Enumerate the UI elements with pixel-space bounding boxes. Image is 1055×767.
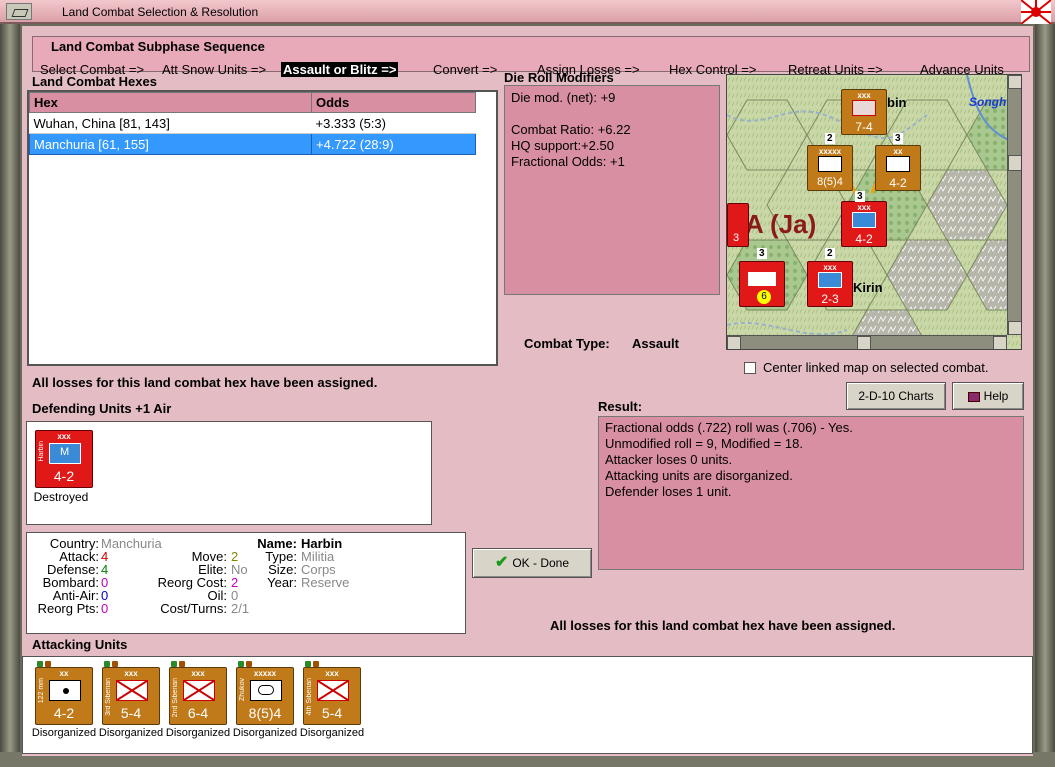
step-convert: Convert =>	[433, 62, 498, 77]
step-att-snow-units: Att Snow Units =>	[162, 62, 267, 77]
map-unit-counter[interactable]: xxxxx 8(5)4	[807, 145, 853, 191]
result-line: Unmodified roll = 9, Modified = 18.	[605, 436, 803, 451]
odds-column-header[interactable]: Odds	[311, 92, 476, 113]
center-map-label: Center linked map on selected combat.	[763, 360, 989, 375]
unit-status: Disorganized	[31, 727, 97, 739]
cost-turns-value: 2/1	[231, 601, 250, 616]
charts-button[interactable]: 2-D-10 Charts	[846, 382, 946, 410]
mini-map[interactable]: bin Songh Kirin A (Ja) xxx 7-4 xxxxx 8(5…	[726, 74, 1022, 350]
scroll-down-arrow-icon[interactable]	[1008, 321, 1021, 335]
scroll-right-arrow-icon[interactable]	[993, 336, 1007, 349]
rising-sun-flag-icon	[1021, 0, 1051, 24]
window-title: Land Combat Selection & Resolution	[62, 5, 259, 19]
modifiers-panel: Die mod. (net): +9 Combat Ratio: +6.22 H…	[504, 85, 720, 295]
modifier-line: Combat Ratio: +6.22	[511, 122, 631, 137]
map-city-label: bin	[887, 95, 907, 110]
defending-unit-counter[interactable]: xxx Harbin M 4-2	[35, 430, 93, 488]
hexes-title: Land Combat Hexes	[32, 74, 157, 89]
result-title: Result:	[598, 399, 643, 414]
losses-message: All losses for this land combat hex have…	[32, 375, 378, 390]
subphase-sequence: Land Combat Subphase Sequence Select Com…	[32, 36, 1030, 77]
map-unit-counter[interactable]: 3	[727, 203, 749, 247]
cost-turns-label: Cost/Turns:	[160, 601, 227, 616]
unit-status: Destroyed	[33, 490, 89, 504]
result-line: Fractional odds (.722) roll was (.706) -…	[605, 420, 853, 435]
map-unit-counter[interactable]: 6	[739, 261, 785, 307]
map-unit-counter[interactable]: xxx 2-3	[807, 261, 853, 307]
map-horizontal-scrollbar[interactable]	[727, 335, 1007, 349]
checkmark-icon: ✔	[494, 554, 509, 571]
map-vertical-scrollbar[interactable]	[1007, 75, 1021, 335]
modifier-line: Fractional Odds: +1	[511, 154, 625, 169]
reorg-pts-label: Reorg Pts:	[37, 601, 99, 616]
unit-stats-panel: Country: Manchuria Attack: 4 Defense: 4 …	[26, 532, 466, 634]
unit-status: Disorganized	[232, 727, 298, 739]
attacking-unit-counter[interactable]: xxxxx Zhukov 8(5)4	[236, 667, 294, 725]
stack-count: 2	[825, 133, 835, 144]
attacking-unit-counter[interactable]: xxx 4th Siberian 5-4	[303, 667, 361, 725]
unit-status: Disorganized	[299, 727, 365, 739]
map-region-label: A (Ja)	[745, 209, 817, 239]
hexes-list: Hex Odds Wuhan, China [81, 143] +3.333 (…	[27, 90, 498, 366]
result-line: Attacking units are disorganized.	[605, 468, 793, 483]
reorg-pts-value: 0	[101, 601, 109, 616]
system-menu-button[interactable]	[6, 3, 32, 20]
losses-message-2: All losses for this land combat hex have…	[550, 618, 896, 633]
hex-row-selected[interactable]: Manchuria [61, 155] +4.722 (28:9)	[29, 133, 476, 155]
attacking-unit-counter[interactable]: xxx 3rd Siberian 5-4	[102, 667, 160, 725]
map-unit-counter[interactable]: xxx 4-2	[841, 201, 887, 247]
step-assault-or-blitz: Assault or Blitz =>	[281, 62, 399, 77]
map-horizontal-scroll-thumb[interactable]	[857, 336, 871, 349]
modifier-line: HQ support:+2.50	[511, 138, 614, 153]
modifier-line: Die mod. (net): +9	[511, 90, 616, 105]
map-unit-counter[interactable]: xxx 7-4	[841, 89, 887, 135]
odds-cell[interactable]: +4.722 (28:9)	[311, 133, 476, 155]
map-river-label: Songh	[969, 95, 1007, 109]
scroll-left-arrow-icon[interactable]	[727, 336, 741, 349]
odds-cell[interactable]: +3.333 (5:3)	[311, 112, 476, 134]
scroll-up-arrow-icon[interactable]	[1008, 75, 1021, 89]
combat-type-label: Combat Type:	[524, 336, 610, 351]
attacking-title: Attacking Units	[32, 637, 128, 652]
modifiers-title: Die Roll Modifiers	[504, 70, 614, 85]
defending-title: Defending Units +1 Air	[32, 401, 172, 416]
year-value: Reserve	[301, 575, 350, 590]
result-line: Attacker loses 0 units.	[605, 452, 733, 467]
defending-units-panel: xxx Harbin M 4-2 Destroyed	[26, 421, 432, 525]
right-pillar	[1035, 24, 1055, 767]
ok-done-button[interactable]: ✔ OK - Done	[472, 548, 592, 578]
map-unit-counter[interactable]: xx 4-2	[875, 145, 921, 191]
hex-cell[interactable]: Manchuria [61, 155]	[29, 133, 312, 155]
stack-count: 3	[855, 191, 865, 202]
stack-count: 3	[757, 248, 767, 259]
center-map-checkbox[interactable]	[744, 362, 756, 374]
hex-cell[interactable]: Wuhan, China [81, 143]	[29, 112, 312, 134]
dialog-content: Land Combat Subphase Sequence Select Com…	[22, 26, 1033, 756]
title-bar: Land Combat Selection & Resolution	[0, 0, 1055, 24]
attacking-unit-counter[interactable]: xx 122 mm 4-2	[35, 667, 93, 725]
left-pillar	[0, 24, 20, 767]
stack-count: 3	[893, 133, 903, 144]
stack-count: 2	[825, 248, 835, 259]
result-line: Defender loses 1 unit.	[605, 484, 732, 499]
map-vertical-scroll-thumb[interactable]	[1008, 155, 1021, 171]
combat-type-value: Assault	[632, 336, 679, 351]
attacking-units-panel: xx 122 mm 4-2 Disorganized xxx 3rd Siber…	[22, 656, 1033, 754]
hex-row[interactable]: Wuhan, China [81, 143] +3.333 (5:3)	[29, 112, 476, 134]
unit-status: Disorganized	[165, 727, 231, 739]
subphase-title: Land Combat Subphase Sequence	[51, 39, 265, 54]
attacking-unit-counter[interactable]: xxx 2nd Siberian 6-4	[169, 667, 227, 725]
hex-column-header[interactable]: Hex	[29, 92, 312, 113]
help-book-icon	[967, 391, 980, 402]
map-city-label: Kirin	[853, 280, 883, 295]
help-button[interactable]: Help	[952, 382, 1024, 410]
result-panel: Fractional odds (.722) roll was (.706) -…	[598, 416, 1024, 570]
unit-status: Disorganized	[98, 727, 164, 739]
militia-symbol-icon: M	[49, 443, 81, 464]
year-label: Year:	[267, 575, 297, 590]
